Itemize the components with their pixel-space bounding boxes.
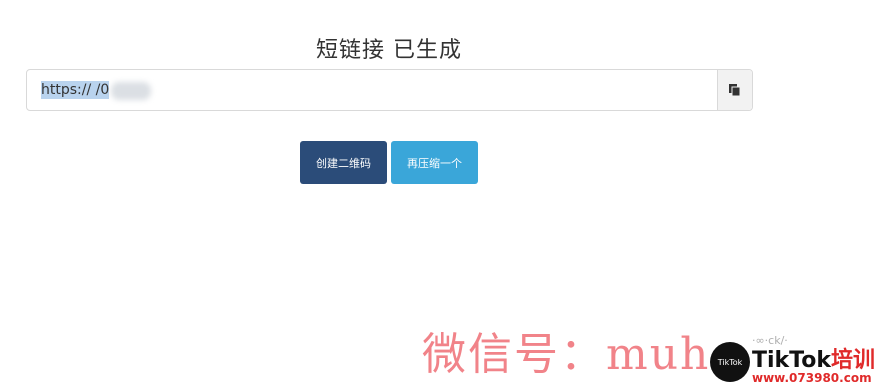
copy-button[interactable] xyxy=(717,70,752,110)
logo-brand: TikTok培训 xyxy=(752,342,875,374)
logo-brand-black: TikTok xyxy=(752,348,832,373)
short-url-value: https:// /0 xyxy=(41,81,110,99)
tiktok-circle-icon: TikTok xyxy=(710,342,750,382)
compress-again-button[interactable]: 再压缩一个 xyxy=(391,141,478,184)
short-url-group: https:// /0 xyxy=(26,69,753,111)
short-url-input[interactable]: https:// /0 xyxy=(27,70,717,110)
logo-site-url: www.073980.com xyxy=(752,371,872,385)
watermark-text: 微信号：muh xyxy=(422,329,711,380)
create-qr-code-button[interactable]: 创建二维码 xyxy=(300,141,387,184)
tiktok-training-logo: TikTok TikTok培训 www.073980.com xyxy=(708,336,894,388)
page-title: 短链接 已生成 xyxy=(316,38,462,63)
copy-icon xyxy=(729,84,741,97)
redacted-blur xyxy=(111,82,151,100)
logo-brand-red: 培训 xyxy=(831,348,876,373)
